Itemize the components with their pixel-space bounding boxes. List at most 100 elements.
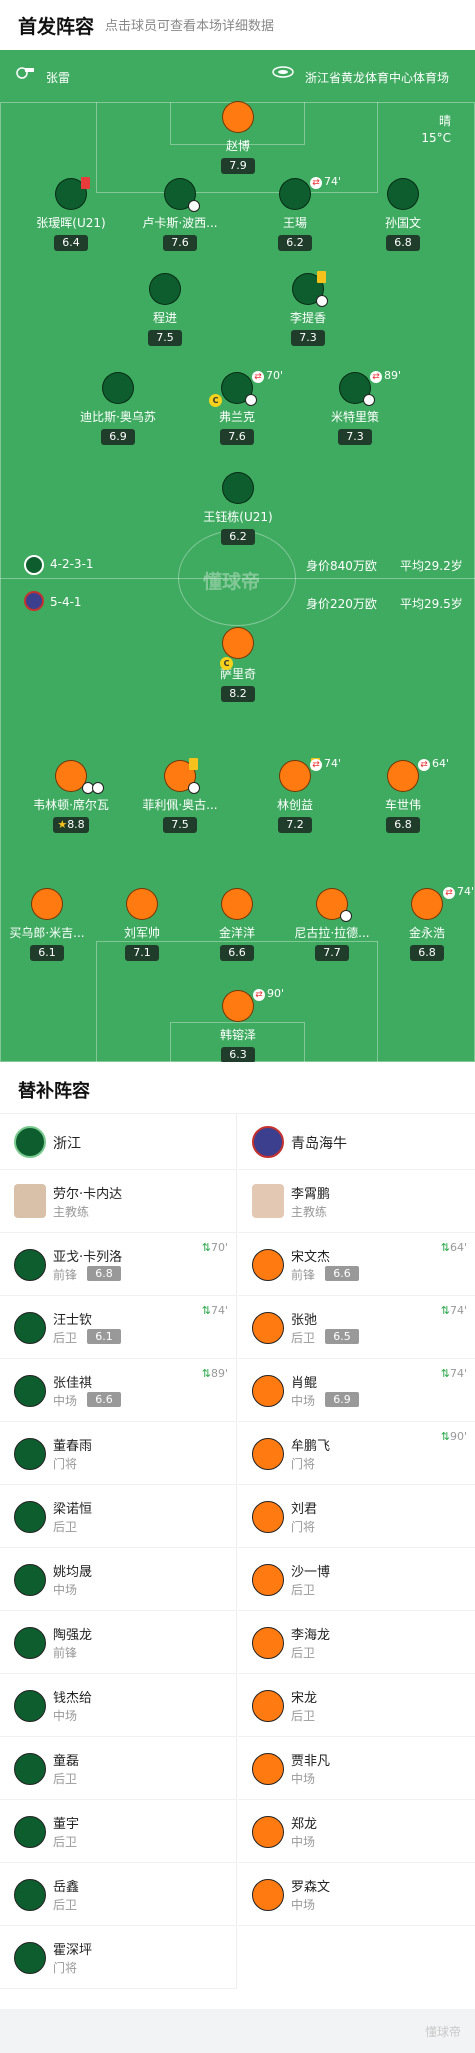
sub-player-row[interactable]: 岳鑫 后卫 <box>0 1863 236 1926</box>
player-avatar <box>102 372 134 404</box>
sub-player-row[interactable]: 贾非凡 中场 <box>238 1737 475 1800</box>
player-name: 牟鹏飞 <box>291 1439 331 1454</box>
home-player[interactable]: ⇄ 89' 米特里策 7.3 <box>312 369 401 445</box>
sub-player-row[interactable]: 亚戈·卡列洛 前锋 6.8 ⇅70' <box>0 1233 236 1296</box>
away-player[interactable]: 尼古拉·拉德... 7.7 <box>289 888 375 961</box>
sub-player-row[interactable]: 童磊 后卫 <box>0 1737 236 1800</box>
home-player[interactable]: 李提香 7.3 <box>265 271 351 346</box>
player-avatar <box>279 758 320 792</box>
player-position: 后卫 <box>53 1772 78 1786</box>
home-coach-row[interactable]: 劳尔·卡内达 主教练 <box>0 1170 236 1233</box>
home-player[interactable]: 张瑷晖(U21) 6.4 <box>28 177 114 251</box>
player-avatar <box>252 1879 284 1911</box>
sub-out-icon: ⇄ <box>252 371 264 383</box>
sub-player-row[interactable]: 宋文杰 前锋 6.6 ⇅64' <box>238 1233 475 1296</box>
sub-player-row[interactable]: 董春雨 门将 <box>0 1422 236 1485</box>
player-rating: 6.2 <box>221 529 255 545</box>
sub-out-icon: ⇄ <box>442 887 455 899</box>
away-coach-row[interactable]: 李霄鹏 主教练 <box>238 1170 475 1233</box>
away-player[interactable]: 买乌郎·米吉... 6.1 <box>4 888 90 961</box>
home-player[interactable]: 迪比斯·奥乌苏 6.9 <box>75 372 161 445</box>
player-position: 后卫 <box>53 1898 78 1912</box>
away-player[interactable]: ⇄ 74' 林创益 7.2 <box>252 757 341 833</box>
sub-player-row[interactable]: 沙一博 后卫 <box>238 1548 475 1611</box>
home-player[interactable]: ⇄ 74' 王瑒 6.2 <box>252 175 341 251</box>
sub-player-row[interactable]: 郑龙 中场 <box>238 1800 475 1863</box>
away-player[interactable]: 韦林顿·席尔瓦 ★8.8 <box>28 760 114 833</box>
player-rating: 7.9 <box>221 158 255 174</box>
home-player[interactable]: 卢卡斯·波西... 7.6 <box>137 178 223 251</box>
player-rating: 7.6 <box>220 429 254 445</box>
sub-player-row[interactable]: 罗森文 中场 <box>238 1863 475 1926</box>
page-subtitle: 点击球员可查看本场详细数据 <box>105 19 275 34</box>
minute-text: 74' <box>210 1304 228 1317</box>
player-name: 买乌郎·米吉... <box>9 926 85 940</box>
player-rating: 6.9 <box>101 429 135 445</box>
player-name: 钱杰给 <box>53 1691 93 1706</box>
star-icon: ★ <box>57 818 68 831</box>
sub-player-row[interactable]: 陶强龙 前锋 <box>0 1611 236 1674</box>
player-rating: 6.5 <box>325 1329 359 1344</box>
red-card-icon <box>81 177 90 189</box>
sub-player-row[interactable]: 梁诺恒 后卫 <box>0 1485 236 1548</box>
away-team-row[interactable]: 青岛海牛 <box>238 1114 475 1170</box>
sub-in-minute: ⇅74' <box>441 1367 467 1380</box>
sub-minute: 70' <box>266 369 284 382</box>
home-team-logo-icon <box>14 1126 46 1158</box>
sub-player-row[interactable]: 董宇 后卫 <box>0 1800 236 1863</box>
home-player[interactable]: 程进 7.5 <box>122 273 208 346</box>
yellow-card-icon <box>189 758 198 770</box>
away-player[interactable]: ⇄ 64' 车世伟 6.8 <box>360 757 449 833</box>
sub-player-row[interactable]: 霍深坪 门将 <box>0 1926 236 1989</box>
sub-player-row[interactable]: 汪士钦 后卫 6.1 ⇅74' <box>0 1296 236 1359</box>
sub-player-row[interactable]: 张佳祺 中场 6.6 ⇅89' <box>0 1359 236 1422</box>
sub-in-icon: ⇅ <box>201 1304 211 1317</box>
player-rating: 6.6 <box>220 945 254 961</box>
sub-player-row[interactable]: 牟鹏飞 门将 ⇅90' <box>238 1422 475 1485</box>
player-name: 金洋洋 <box>218 926 255 940</box>
home-player[interactable]: 孙国文 6.8 <box>360 178 446 251</box>
sub-player-row[interactable]: 张弛 后卫 6.5 ⇅74' <box>238 1296 475 1359</box>
home-player[interactable]: 赵博 7.9 <box>195 101 281 174</box>
player-position: 后卫 <box>53 1331 78 1345</box>
player-name: 罗森文 <box>291 1880 331 1895</box>
sub-player-row[interactable]: 宋龙 后卫 <box>238 1674 475 1737</box>
player-position: 前锋 <box>291 1268 316 1282</box>
home-player[interactable]: 王钰栋(U21) 6.2 <box>195 472 281 545</box>
pitch: 懂球帝 张雷 浙江省黄龙体育中心体育场 晴 15°C 4-2-3-1 身价840… <box>0 50 475 1062</box>
player-avatar <box>252 1753 284 1785</box>
player-rating: 6.1 <box>30 945 64 961</box>
sub-player-row[interactable]: 肖鲲 中场 6.9 ⇅74' <box>238 1359 475 1422</box>
player-position: 中场 <box>291 1898 316 1912</box>
player-position: 后卫 <box>53 1520 78 1534</box>
away-player[interactable]: 菲利佩·奥古... 7.5 <box>137 758 223 833</box>
player-rating: 7.3 <box>338 429 372 445</box>
sub-player-row[interactable]: 钱杰给 中场 <box>0 1674 236 1737</box>
player-position: 中场 <box>53 1394 78 1408</box>
sub-player-row[interactable]: 姚均晟 中场 <box>0 1548 236 1611</box>
home-team-row[interactable]: 浙江 <box>0 1114 236 1170</box>
player-avatar <box>55 760 104 794</box>
away-team-logo-icon <box>24 591 44 611</box>
player-name: 迪比斯·奥乌苏 <box>80 410 156 424</box>
player-avatar: C <box>220 627 254 670</box>
away-player[interactable]: 刘军帅 7.1 <box>99 888 185 961</box>
captain-badge-icon: C <box>209 394 222 407</box>
away-goalkeeper[interactable]: ⇄ 90' 韩镕泽 6.3 <box>195 987 284 1062</box>
player-name: 王瑒 <box>282 216 307 230</box>
player-name: 郑龙 <box>291 1817 318 1832</box>
sub-event: ⇄ 64' <box>418 757 449 771</box>
sub-player-row[interactable]: 李海龙 后卫 <box>238 1611 475 1674</box>
player-name: 刘君 <box>291 1502 318 1517</box>
player-name: 汪士钦 <box>53 1313 93 1328</box>
player-avatar <box>252 1312 284 1344</box>
sub-player-row[interactable]: 刘君 门将 <box>238 1485 475 1548</box>
away-player[interactable]: 金洋洋 6.6 <box>194 888 280 961</box>
away-player[interactable]: ⇄ 74' 金永浩 6.8 <box>384 885 474 961</box>
player-rating: 8.2 <box>221 686 255 702</box>
away-player[interactable]: C 萨里奇 8.2 <box>195 627 281 702</box>
player-name: 陶强龙 <box>53 1628 93 1643</box>
player-avatar <box>14 1312 46 1344</box>
coach-avatar <box>14 1184 46 1218</box>
home-player[interactable]: C ⇄ 70' 弗兰克 7.6 <box>194 369 284 445</box>
